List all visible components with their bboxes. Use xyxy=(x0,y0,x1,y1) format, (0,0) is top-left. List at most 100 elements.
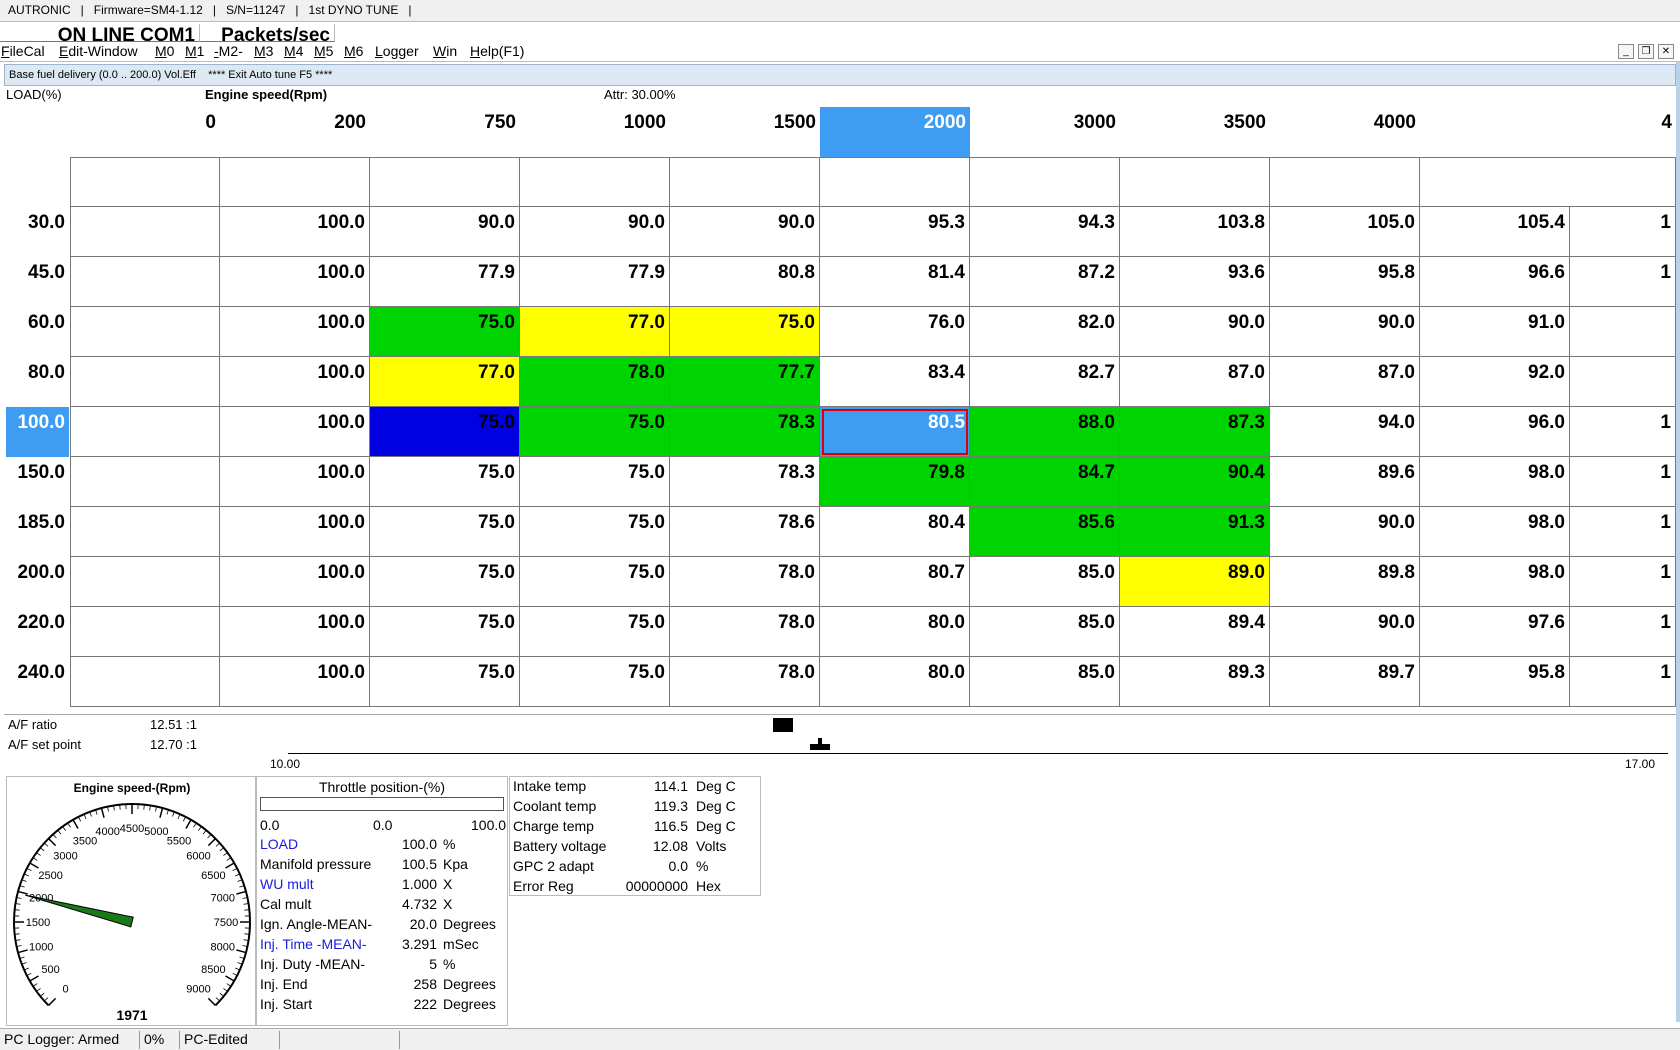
map-cell[interactable]: 80.7 xyxy=(820,557,970,607)
map-cell[interactable]: 83.4 xyxy=(820,357,970,407)
map-cell[interactable]: 1 xyxy=(1570,657,1676,707)
map-cell[interactable]: 87.3 xyxy=(1120,407,1270,457)
map-cell[interactable]: 98.0 xyxy=(1420,457,1570,507)
map-cell[interactable]: 75.0 xyxy=(370,657,520,707)
column-header[interactable]: 2000 xyxy=(820,107,970,157)
empty-cell[interactable] xyxy=(70,207,220,257)
map-cell[interactable]: 85.0 xyxy=(970,557,1120,607)
map-cell[interactable]: 78.3 xyxy=(670,457,820,507)
empty-cell[interactable] xyxy=(70,157,220,207)
map-cell[interactable]: 80.0 xyxy=(820,607,970,657)
empty-cell[interactable] xyxy=(70,507,220,557)
map-cell[interactable]: 1 xyxy=(1570,407,1676,457)
map-cell[interactable]: 75.0 xyxy=(370,457,520,507)
map-cell[interactable]: 1 xyxy=(1570,207,1676,257)
map-cell[interactable]: 90.0 xyxy=(1270,507,1420,557)
map-cell[interactable]: 100.0 xyxy=(220,457,370,507)
empty-cell[interactable] xyxy=(520,157,670,207)
column-header[interactable]: 0 xyxy=(70,107,220,157)
map-cell[interactable]: 80.0 xyxy=(820,657,970,707)
row-header[interactable]: 30.0 xyxy=(6,207,69,257)
map-cell[interactable]: 89.8 xyxy=(1270,557,1420,607)
map-cell[interactable]: 75.0 xyxy=(370,507,520,557)
map-cell[interactable]: 75.0 xyxy=(520,557,670,607)
map-cell[interactable]: 90.0 xyxy=(370,207,520,257)
map-cell[interactable]: 82.7 xyxy=(970,357,1120,407)
map-cell[interactable]: 80.5 xyxy=(820,407,970,457)
column-header[interactable]: 3500 xyxy=(1120,107,1270,157)
map-cell[interactable]: 1 xyxy=(1570,507,1676,557)
map-cell[interactable]: 78.0 xyxy=(520,357,670,407)
map-cell[interactable]: 90.0 xyxy=(670,207,820,257)
map-cell[interactable]: 75.0 xyxy=(520,607,670,657)
map-cell[interactable]: 90.0 xyxy=(1120,307,1270,357)
map-cell[interactable]: 75.0 xyxy=(370,407,520,457)
map-cell[interactable]: 94.0 xyxy=(1270,407,1420,457)
map-cell[interactable]: 88.0 xyxy=(970,407,1120,457)
map-cell[interactable]: 100.0 xyxy=(220,257,370,307)
map-cell[interactable]: 77.0 xyxy=(370,357,520,407)
map-cell[interactable]: 92.0 xyxy=(1420,357,1570,407)
map-cell[interactable]: 1 xyxy=(1570,257,1676,307)
map-cell[interactable]: 87.0 xyxy=(1120,357,1270,407)
map-cell[interactable]: 85.0 xyxy=(970,657,1120,707)
empty-cell[interactable] xyxy=(70,457,220,507)
map-cell[interactable]: 87.0 xyxy=(1270,357,1420,407)
map-cell[interactable]: 94.3 xyxy=(970,207,1120,257)
empty-cell[interactable] xyxy=(70,657,220,707)
map-cell[interactable]: 1 xyxy=(1570,557,1676,607)
map-cell[interactable]: 89.7 xyxy=(1270,657,1420,707)
param-label[interactable]: Inj. Time -MEAN- xyxy=(260,936,367,952)
map-cell[interactable]: 98.0 xyxy=(1420,557,1570,607)
param-label[interactable]: LOAD xyxy=(260,836,298,852)
empty-cell[interactable] xyxy=(370,157,520,207)
row-header[interactable]: 200.0 xyxy=(6,557,69,607)
empty-cell[interactable] xyxy=(970,157,1120,207)
map-cell[interactable]: 100.0 xyxy=(220,507,370,557)
row-header[interactable]: 220.0 xyxy=(6,607,69,657)
empty-cell[interactable] xyxy=(820,157,970,207)
empty-cell[interactable] xyxy=(670,157,820,207)
map-cell[interactable]: 79.8 xyxy=(820,457,970,507)
empty-cell[interactable] xyxy=(1420,157,1676,207)
empty-cell[interactable] xyxy=(70,607,220,657)
map-cell[interactable]: 90.0 xyxy=(520,207,670,257)
map-cell[interactable]: 85.6 xyxy=(970,507,1120,557)
column-header[interactable]: 1000 xyxy=(520,107,670,157)
map-cell[interactable]: 105.0 xyxy=(1270,207,1420,257)
map-cell[interactable]: 93.6 xyxy=(1120,257,1270,307)
param-label[interactable]: WU mult xyxy=(260,876,314,892)
map-cell[interactable]: 84.7 xyxy=(970,457,1120,507)
map-cell[interactable]: 100.0 xyxy=(220,407,370,457)
empty-cell[interactable] xyxy=(220,157,370,207)
map-cell[interactable]: 100.0 xyxy=(220,357,370,407)
map-cell[interactable]: 75.0 xyxy=(370,557,520,607)
row-header[interactable]: 80.0 xyxy=(6,357,69,407)
map-cell[interactable]: 78.0 xyxy=(670,557,820,607)
map-cell[interactable]: 77.9 xyxy=(520,257,670,307)
column-header[interactable]: 1500 xyxy=(670,107,820,157)
map-cell[interactable]: 105.4 xyxy=(1420,207,1570,257)
map-cell[interactable]: 77.0 xyxy=(520,307,670,357)
map-cell[interactable]: 75.0 xyxy=(520,407,670,457)
map-cell[interactable]: 89.0 xyxy=(1120,557,1270,607)
map-cell[interactable]: 96.6 xyxy=(1420,257,1570,307)
map-cell[interactable]: 87.2 xyxy=(970,257,1120,307)
map-cell[interactable]: 85.0 xyxy=(970,607,1120,657)
map-cell[interactable]: 96.0 xyxy=(1420,407,1570,457)
column-header[interactable]: 200 xyxy=(220,107,370,157)
map-cell[interactable]: 95.3 xyxy=(820,207,970,257)
map-cell[interactable]: 75.0 xyxy=(520,657,670,707)
map-cell[interactable]: 78.6 xyxy=(670,507,820,557)
map-cell[interactable]: 90.0 xyxy=(1270,307,1420,357)
map-cell[interactable]: 1 xyxy=(1570,607,1676,657)
map-cell[interactable]: 75.0 xyxy=(520,507,670,557)
row-header[interactable]: 100.0 xyxy=(6,407,69,457)
map-cell[interactable]: 81.4 xyxy=(820,257,970,307)
map-cell[interactable]: 78.0 xyxy=(670,657,820,707)
row-header[interactable]: 185.0 xyxy=(6,507,69,557)
map-cell[interactable]: 75.0 xyxy=(370,307,520,357)
row-header[interactable]: 45.0 xyxy=(6,257,69,307)
column-header[interactable]: 4 xyxy=(1420,107,1676,157)
row-header[interactable]: 240.0 xyxy=(6,657,69,707)
